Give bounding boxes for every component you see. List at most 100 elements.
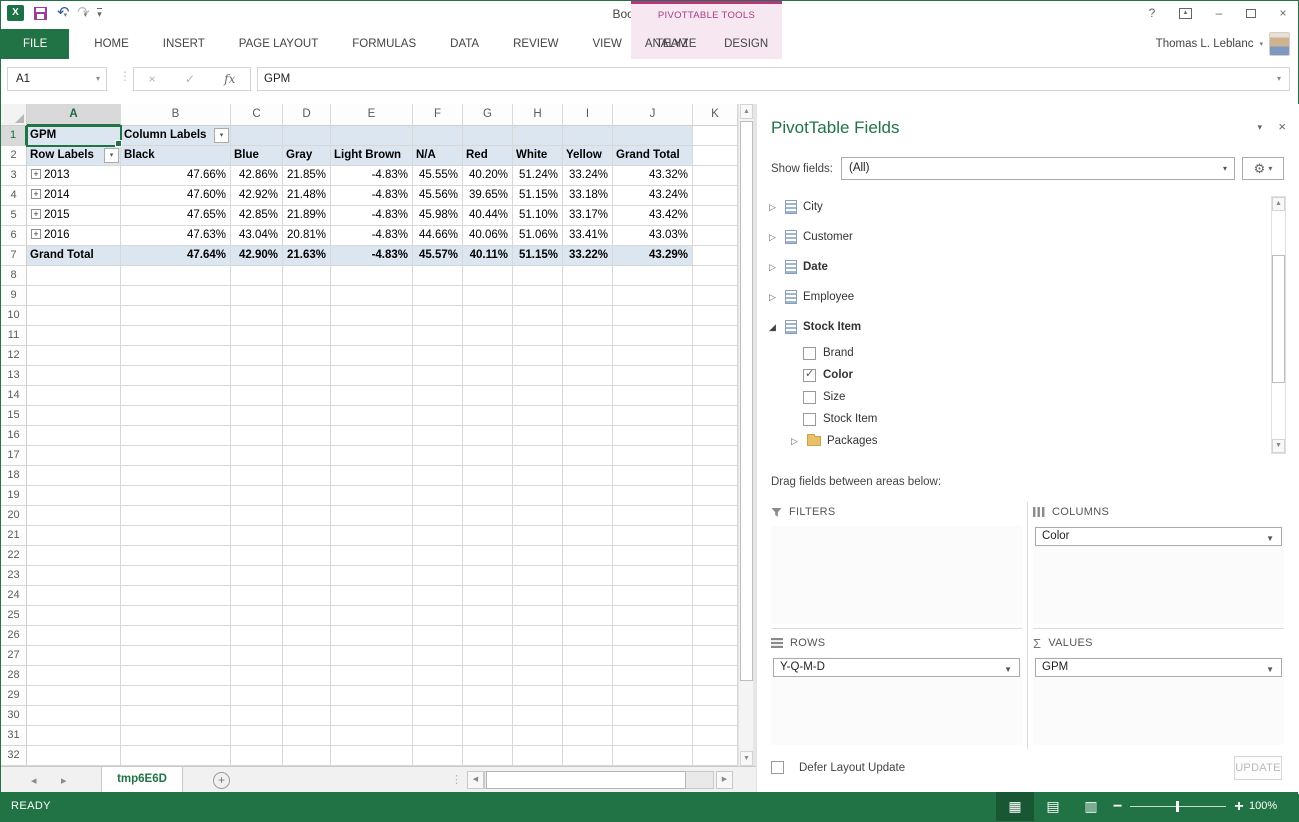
cell-E27[interactable] [331, 646, 413, 666]
row-header-11[interactable]: 11 [1, 326, 27, 346]
ribbon-options-icon[interactable]: ▲ [1179, 8, 1192, 19]
field-item-size[interactable]: Size [763, 386, 1267, 408]
cell-I10[interactable] [563, 306, 613, 326]
cell-B32[interactable] [121, 746, 231, 766]
tab-home[interactable]: HOME [77, 29, 146, 59]
cell-I17[interactable] [563, 446, 613, 466]
cell-J7[interactable]: 43.29% [613, 246, 693, 266]
cell-B12[interactable] [121, 346, 231, 366]
cell-E32[interactable] [331, 746, 413, 766]
cell-K22[interactable] [693, 546, 738, 566]
cell-H21[interactable] [513, 526, 563, 546]
cell-C29[interactable] [231, 686, 283, 706]
cell-B25[interactable] [121, 606, 231, 626]
cell-B6[interactable]: 47.63% [121, 226, 231, 246]
cell-C2[interactable]: Blue [231, 146, 283, 166]
cell-C23[interactable] [231, 566, 283, 586]
cell-J12[interactable] [613, 346, 693, 366]
column-header-I[interactable]: I [563, 104, 613, 126]
cell-C4[interactable]: 42.92% [231, 186, 283, 206]
cell-D9[interactable] [283, 286, 331, 306]
cell-J6[interactable]: 43.03% [613, 226, 693, 246]
cell-K6[interactable] [693, 226, 738, 246]
cell-B19[interactable] [121, 486, 231, 506]
cell-B29[interactable] [121, 686, 231, 706]
expand-icon[interactable]: ▷ [769, 262, 785, 273]
column-header-E[interactable]: E [331, 104, 413, 126]
cell-I9[interactable] [563, 286, 613, 306]
cell-F15[interactable] [413, 406, 463, 426]
cell-B5[interactable]: 47.65% [121, 206, 231, 226]
name-box-dropdown-icon[interactable]: ▾ [96, 68, 100, 90]
row-header-21[interactable]: 21 [1, 526, 27, 546]
cell-F7[interactable]: 45.57% [413, 246, 463, 266]
scroll-left-icon[interactable]: ◀ [467, 771, 484, 789]
cell-E24[interactable] [331, 586, 413, 606]
cell-G15[interactable] [463, 406, 513, 426]
cell-E25[interactable] [331, 606, 413, 626]
cell-E31[interactable] [331, 726, 413, 746]
tab-review[interactable]: REVIEW [496, 29, 575, 59]
cell-B26[interactable] [121, 626, 231, 646]
cell-J31[interactable] [613, 726, 693, 746]
cell-F3[interactable]: 45.55% [413, 166, 463, 186]
sheet-tab[interactable]: tmp6E6D [101, 767, 183, 794]
cell-D30[interactable] [283, 706, 331, 726]
cell-H18[interactable] [513, 466, 563, 486]
pane-options-icon[interactable]: ▾ [1257, 122, 1262, 133]
cell-C9[interactable] [231, 286, 283, 306]
field-item-packages[interactable]: ▷Packages [763, 430, 1267, 452]
cell-A23[interactable] [27, 566, 121, 586]
scroll-down-icon[interactable]: ▼ [1272, 439, 1285, 453]
cell-J30[interactable] [613, 706, 693, 726]
cell-K21[interactable] [693, 526, 738, 546]
row-header-19[interactable]: 19 [1, 486, 27, 506]
cell-A8[interactable] [27, 266, 121, 286]
cell-F22[interactable] [413, 546, 463, 566]
column-header-J[interactable]: J [613, 104, 693, 126]
cell-I3[interactable]: 33.24% [563, 166, 613, 186]
zoom-slider[interactable] [1130, 806, 1226, 807]
scroll-up-icon[interactable]: ▲ [740, 104, 753, 119]
cell-C18[interactable] [231, 466, 283, 486]
column-header-K[interactable]: K [693, 104, 738, 126]
cell-E7[interactable]: -4.83% [331, 246, 413, 266]
cell-E19[interactable] [331, 486, 413, 506]
page-layout-view-icon[interactable]: ▤ [1034, 792, 1072, 821]
tools-gear-button[interactable]: ⚙▾ [1242, 157, 1284, 180]
cell-G10[interactable] [463, 306, 513, 326]
cell-G8[interactable] [463, 266, 513, 286]
cell-H25[interactable] [513, 606, 563, 626]
cell-B8[interactable] [121, 266, 231, 286]
cell-D18[interactable] [283, 466, 331, 486]
cell-B24[interactable] [121, 586, 231, 606]
cell-G32[interactable] [463, 746, 513, 766]
cell-D23[interactable] [283, 566, 331, 586]
column-header-B[interactable]: B [121, 104, 231, 126]
cell-D1[interactable] [283, 126, 331, 146]
cell-I15[interactable] [563, 406, 613, 426]
field-item-brand[interactable]: Brand [763, 342, 1267, 364]
cell-J15[interactable] [613, 406, 693, 426]
cell-D17[interactable] [283, 446, 331, 466]
tab-data[interactable]: DATA [433, 29, 496, 59]
cell-E29[interactable] [331, 686, 413, 706]
row-header-22[interactable]: 22 [1, 546, 27, 566]
field-item-stock-item[interactable]: Stock Item [763, 408, 1267, 430]
cell-H30[interactable] [513, 706, 563, 726]
cell-I4[interactable]: 33.18% [563, 186, 613, 206]
user-name[interactable]: Thomas L. Leblanc [1156, 38, 1254, 50]
cell-A28[interactable] [27, 666, 121, 686]
row-header-4[interactable]: 4 [1, 186, 27, 206]
row-header-15[interactable]: 15 [1, 406, 27, 426]
horizontal-scroll-thumb[interactable] [486, 771, 686, 789]
cell-E14[interactable] [331, 386, 413, 406]
cell-B15[interactable] [121, 406, 231, 426]
cell-G20[interactable] [463, 506, 513, 526]
cell-K15[interactable] [693, 406, 738, 426]
cell-J14[interactable] [613, 386, 693, 406]
cell-B20[interactable] [121, 506, 231, 526]
cell-D6[interactable]: 20.81% [283, 226, 331, 246]
cell-G23[interactable] [463, 566, 513, 586]
cell-A16[interactable] [27, 426, 121, 446]
